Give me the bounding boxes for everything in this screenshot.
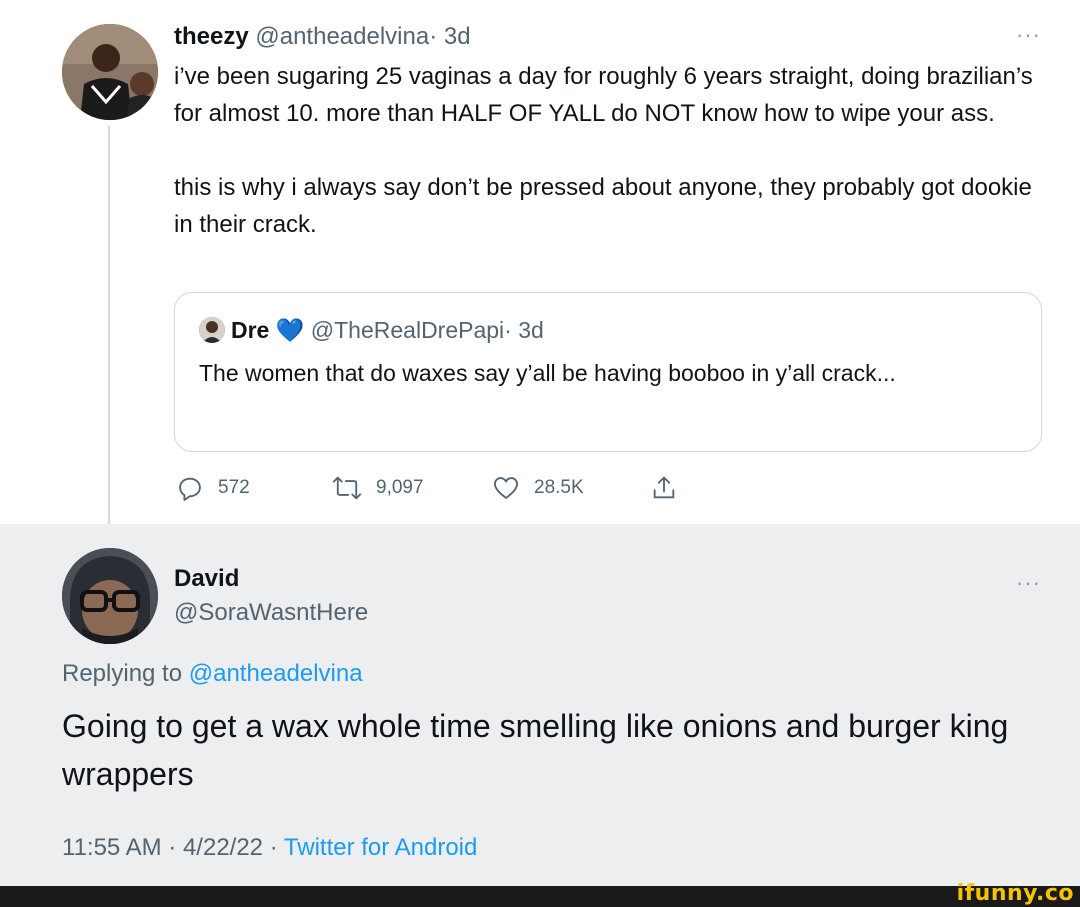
thread-connector-line (108, 126, 110, 544)
blue-heart-emoji-icon: 💙 (275, 317, 305, 343)
quoted-tweet-text: The women that do waxes say y’all be hav… (199, 360, 896, 386)
avatar-photo-icon (199, 317, 225, 343)
retweet-icon (332, 476, 362, 500)
quoted-tweet-header: Dre 💙 @TheRealDrePapi· 3d (199, 315, 544, 345)
avatar-photo-icon (62, 24, 158, 120)
reply-timestamp[interactable]: 11:55 AM · 4/22/22 · (62, 834, 278, 861)
heart-icon (493, 477, 519, 499)
retweet-action[interactable]: 9,097 (332, 474, 424, 502)
share-icon (653, 476, 675, 499)
replying-to: Replying to @antheadelvina (62, 658, 363, 690)
reply-metadata: 11:55 AM · 4/22/22 · Twitter for Android (62, 832, 477, 864)
replying-to-label: Replying to (62, 660, 183, 687)
quoted-handle: @TheRealDrePapi (310, 317, 505, 343)
avatar-photo-icon (62, 548, 158, 644)
reply-icon (179, 477, 201, 501)
reply-action[interactable]: 572 (176, 474, 250, 502)
share-action[interactable] (650, 474, 692, 502)
tweet-paragraph: this is why i always say don’t be presse… (174, 174, 1032, 238)
reply-tweet: David @SoraWasntHere ··· Replying to @an… (0, 524, 1080, 886)
reply-handle[interactable]: @SoraWasntHere (174, 598, 368, 628)
reply-client[interactable]: Twitter for Android (284, 834, 477, 861)
avatar-theezy[interactable] (62, 24, 158, 120)
watermark-bar: ifunny.co (0, 881, 1080, 907)
tweet-age[interactable]: · 3d (429, 23, 470, 50)
more-options-icon[interactable]: ··· (1016, 570, 1041, 596)
display-name[interactable]: theezy (174, 23, 249, 50)
tweet-header: theezy @antheadelvina· 3d (174, 22, 471, 52)
quoted-tweet-age: · 3d (504, 317, 544, 343)
avatar-dre (199, 317, 225, 343)
more-options-icon[interactable]: ··· (1016, 22, 1041, 48)
quoted-tweet-card[interactable]: Dre 💙 @TheRealDrePapi· 3d The women that… (174, 292, 1042, 452)
ifunny-watermark: ifunny.co (956, 881, 1074, 906)
handle[interactable]: @antheadelvina (255, 23, 429, 50)
avatar-david[interactable] (62, 548, 158, 644)
tweet-text: i’ve been sugaring 25 vaginas a day for … (174, 58, 1044, 243)
reply-text: Going to get a wax whole time smelling l… (62, 708, 1009, 792)
quoted-display-name: Dre (231, 317, 270, 343)
reply-count: 572 (218, 477, 250, 498)
reply-display-name[interactable]: David (174, 564, 239, 594)
like-count: 28.5K (534, 477, 584, 498)
like-action[interactable]: 28.5K (492, 474, 584, 502)
original-tweet: theezy @antheadelvina· 3d ··· i’ve been … (0, 0, 1080, 544)
tweet-paragraph: i’ve been sugaring 25 vaginas a day for … (174, 63, 1033, 127)
retweet-count: 9,097 (376, 477, 424, 498)
replying-to-handle[interactable]: @antheadelvina (189, 660, 363, 687)
